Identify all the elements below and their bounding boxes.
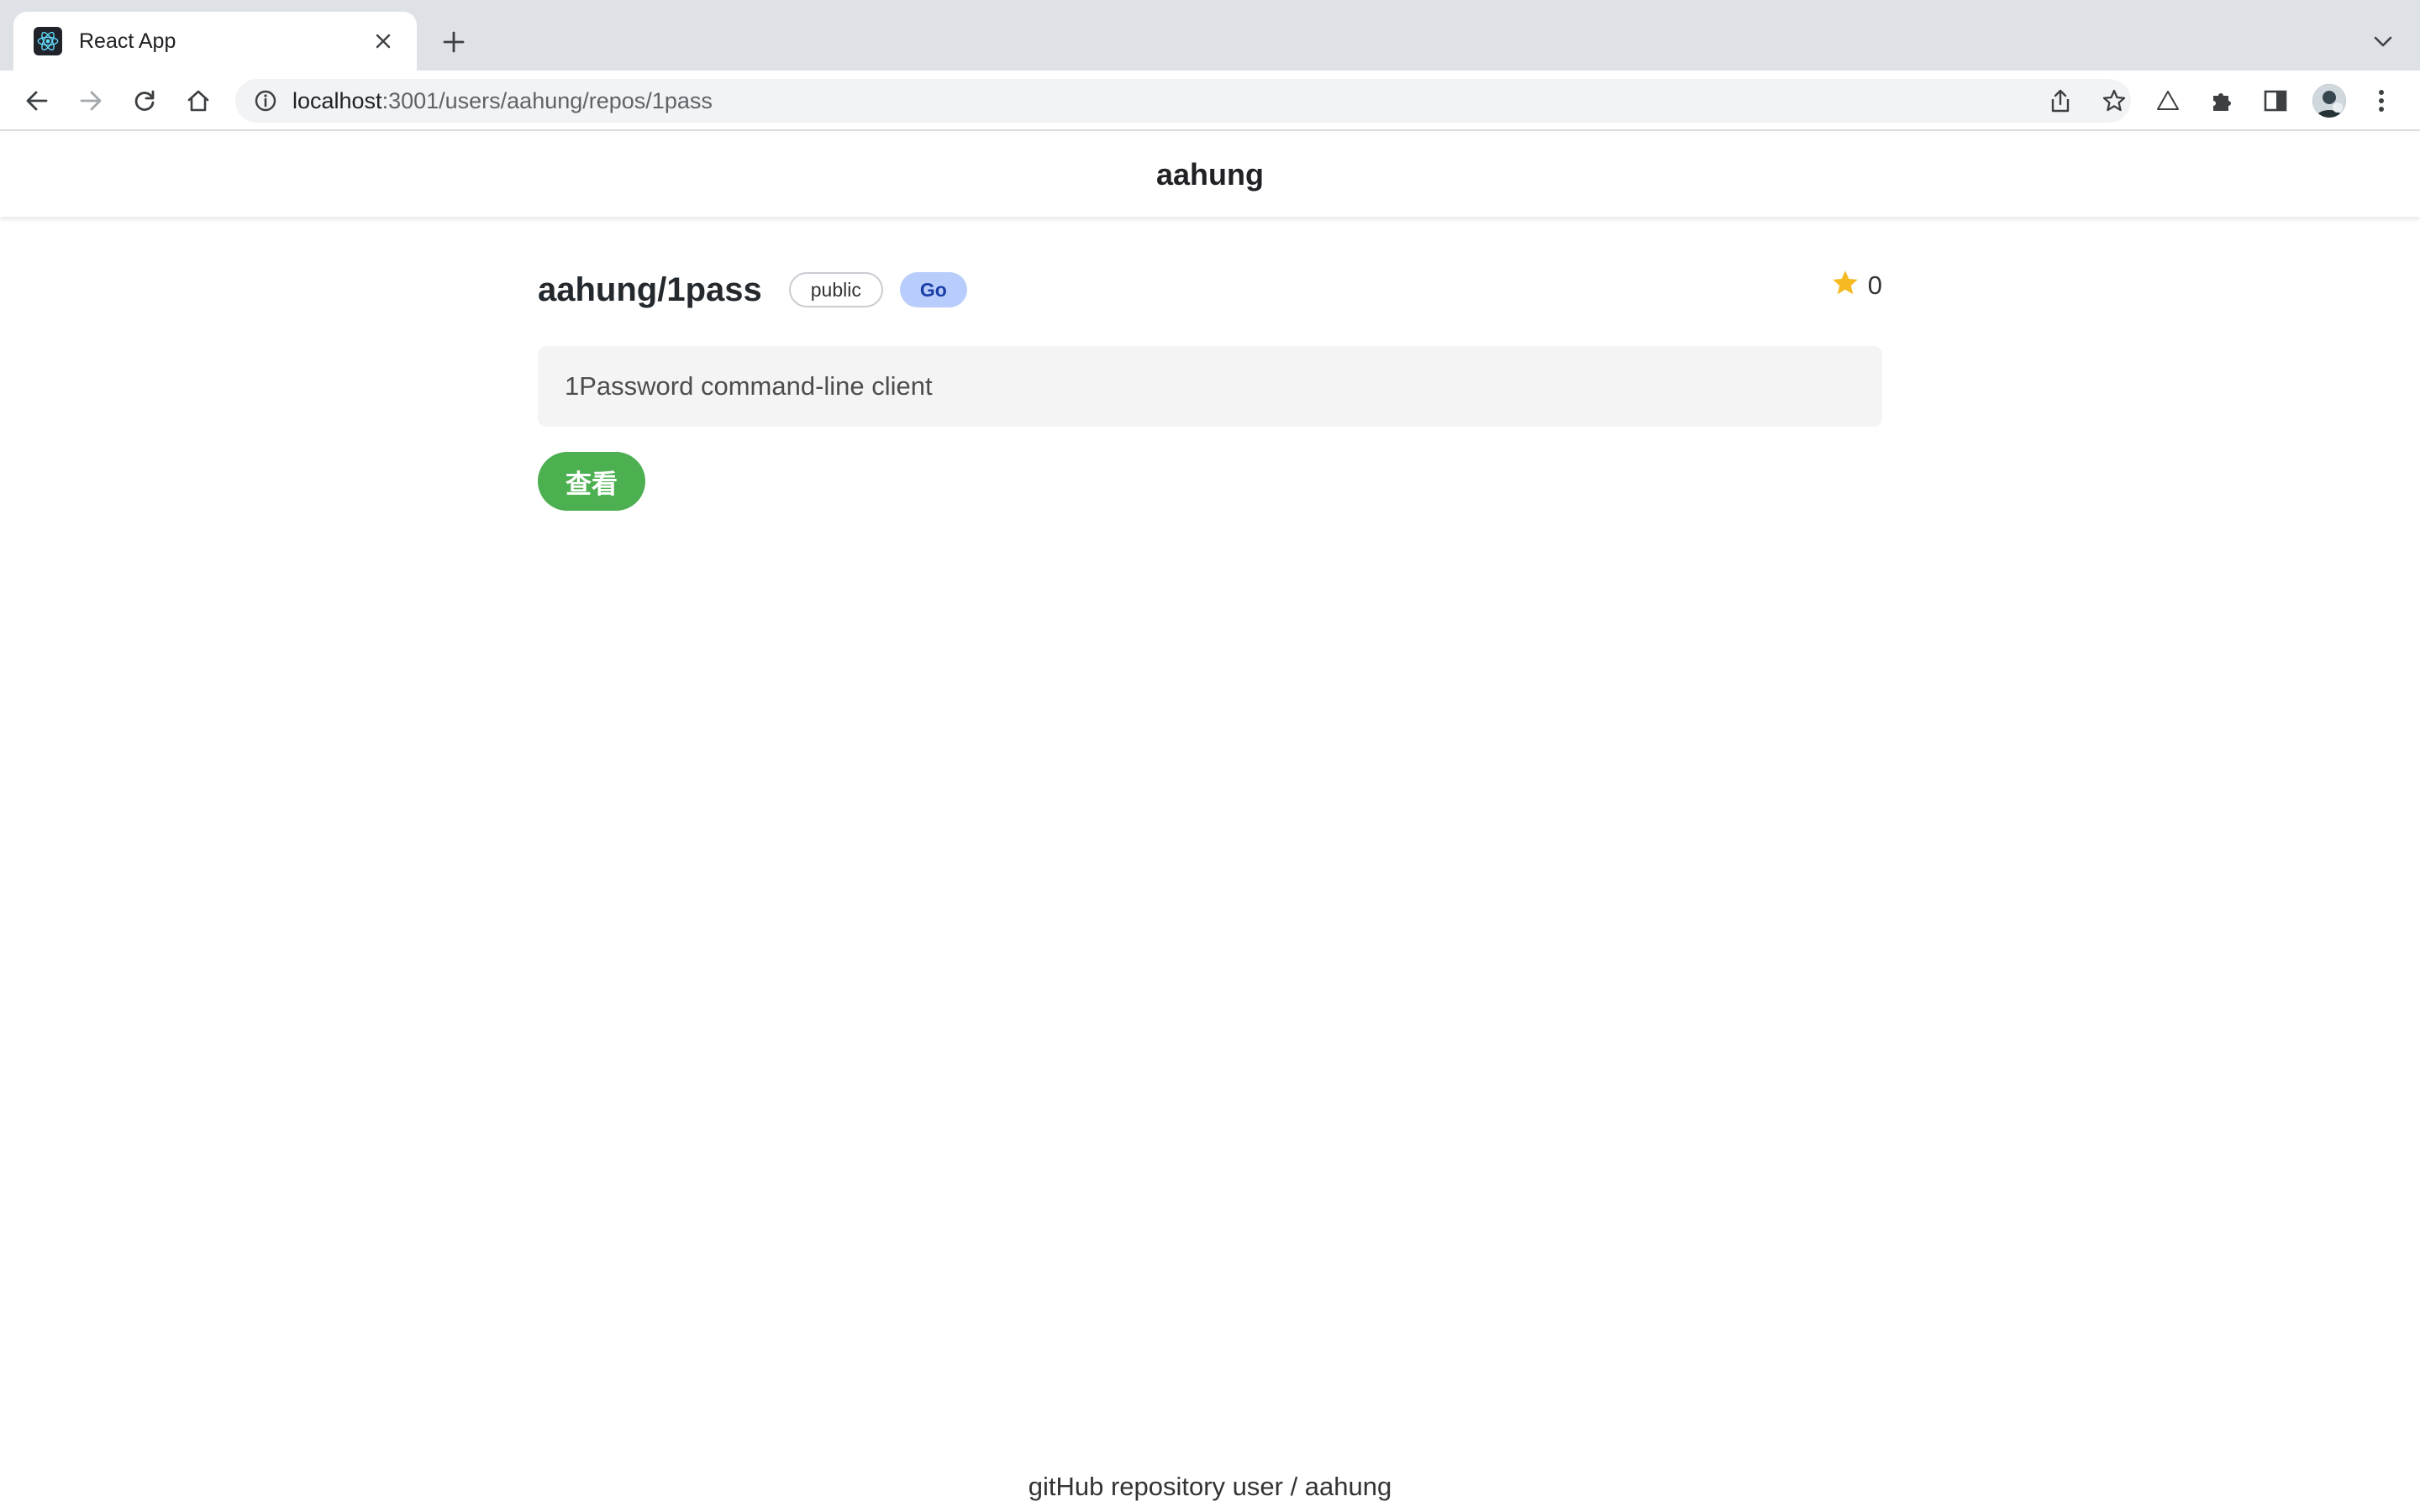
- url-host: localhost: [292, 87, 382, 113]
- repo-detail: aahung/1pass public Go 0 1Password comma…: [538, 260, 1882, 511]
- chevron-down-icon[interactable]: [2363, 22, 2403, 62]
- footer-text: gitHub repository user / aahung: [1028, 1472, 1392, 1501]
- star-count: 0: [1831, 269, 1882, 302]
- extensions-icon[interactable]: [2203, 82, 2240, 119]
- stars-value: 0: [1867, 270, 1882, 300]
- url-path: :3001/users/aahung/repos/1pass: [381, 87, 713, 113]
- url-text: localhost:3001/users/aahung/repos/1pass: [292, 88, 713, 114]
- side-panel-icon[interactable]: [2257, 82, 2294, 119]
- language-badge: Go: [899, 272, 967, 307]
- avatar: [2312, 84, 2346, 118]
- repo-name: aahung/1pass: [538, 270, 762, 308]
- tab-title: React App: [79, 29, 176, 53]
- app-header: aahung: [0, 133, 2420, 217]
- close-icon[interactable]: [366, 24, 400, 58]
- view-button[interactable]: 查看: [538, 452, 645, 511]
- page-title: aahung: [1155, 157, 1264, 192]
- repo-header: aahung/1pass public Go 0: [538, 260, 1882, 319]
- profile-avatar[interactable]: [2311, 82, 2348, 119]
- info-icon[interactable]: [252, 87, 279, 114]
- forward-arrow-icon[interactable]: [72, 82, 109, 119]
- star-icon: [1831, 269, 1860, 302]
- address-bar[interactable]: localhost:3001/users/aahung/repos/1pass: [235, 79, 2131, 123]
- browser-toolbar: localhost:3001/users/aahung/repos/1pass: [0, 71, 2420, 131]
- kebab-menu-icon[interactable]: [2363, 82, 2400, 119]
- share-icon[interactable]: [2042, 82, 2079, 119]
- react-logo-icon: [34, 27, 62, 55]
- back-arrow-icon[interactable]: [18, 82, 55, 119]
- tab-strip: React App: [0, 0, 2420, 71]
- repo-description: 1Password command-line client: [538, 346, 1882, 427]
- reload-icon[interactable]: [126, 82, 163, 119]
- plus-icon[interactable]: [434, 22, 474, 62]
- bookmark-star-icon[interactable]: [2096, 82, 2133, 119]
- home-icon[interactable]: [180, 82, 217, 119]
- drive-icon[interactable]: [2149, 82, 2186, 119]
- browser-tab[interactable]: React App: [13, 12, 417, 71]
- visibility-badge: public: [788, 272, 883, 307]
